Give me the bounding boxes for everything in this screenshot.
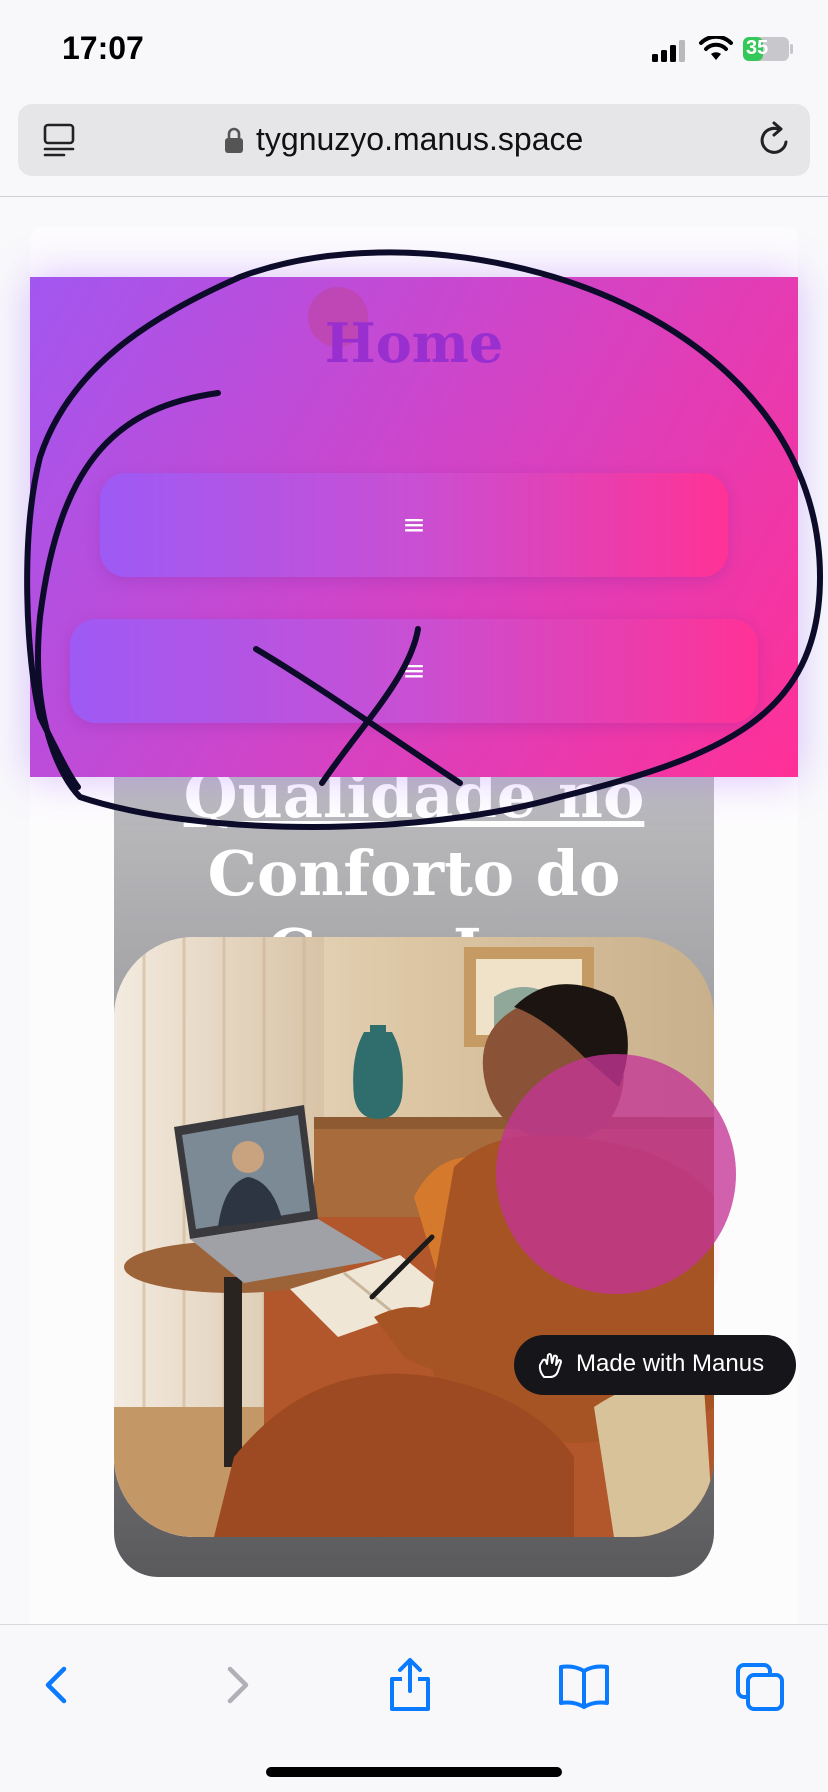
badge-label: Made with Manus <box>576 1350 765 1377</box>
wifi-icon <box>699 36 733 60</box>
signal-icon <box>652 40 685 62</box>
nav-menu-panel: Home ≡ ≡ <box>30 277 798 777</box>
menu-title[interactable]: Home <box>30 311 798 375</box>
made-with-manus-badge[interactable]: Made with Manus <box>514 1335 796 1395</box>
address-bar[interactable]: tygnuzyo.manus.space <box>18 104 810 176</box>
browser-toolbar <box>0 1624 828 1792</box>
share-icon[interactable] <box>382 1655 438 1715</box>
status-time: 17:07 <box>62 30 144 66</box>
home-indicator <box>266 1767 562 1777</box>
hero-title-line: Conforto do <box>207 837 621 910</box>
status-bar: 17:07 35 <box>0 0 828 98</box>
manus-hand-icon <box>538 1353 562 1378</box>
lock-icon <box>225 127 243 153</box>
forward-icon[interactable] <box>208 1655 264 1715</box>
tabs-icon[interactable] <box>42 122 76 158</box>
hamburger-icon: ≡ <box>402 508 426 541</box>
decorative-pink-circle <box>496 1054 736 1294</box>
website-viewport[interactable]: Qualidade no Conforto do Casa L... <box>0 197 828 1625</box>
back-icon[interactable] <box>30 1655 86 1715</box>
safari-page: 17:07 35 tygnuzyo.manus.space Qualidade … <box>0 0 828 1792</box>
menu-button[interactable]: ≡ <box>100 473 728 577</box>
tabs-overview-icon[interactable] <box>732 1655 788 1715</box>
bookmarks-icon[interactable] <box>556 1655 612 1715</box>
battery-level: 35 <box>746 37 769 59</box>
reload-icon[interactable] <box>756 120 794 160</box>
url-text[interactable]: tygnuzyo.manus.space <box>256 121 583 158</box>
menu-button[interactable]: ≡ <box>70 619 758 723</box>
hamburger-icon: ≡ <box>402 654 426 687</box>
